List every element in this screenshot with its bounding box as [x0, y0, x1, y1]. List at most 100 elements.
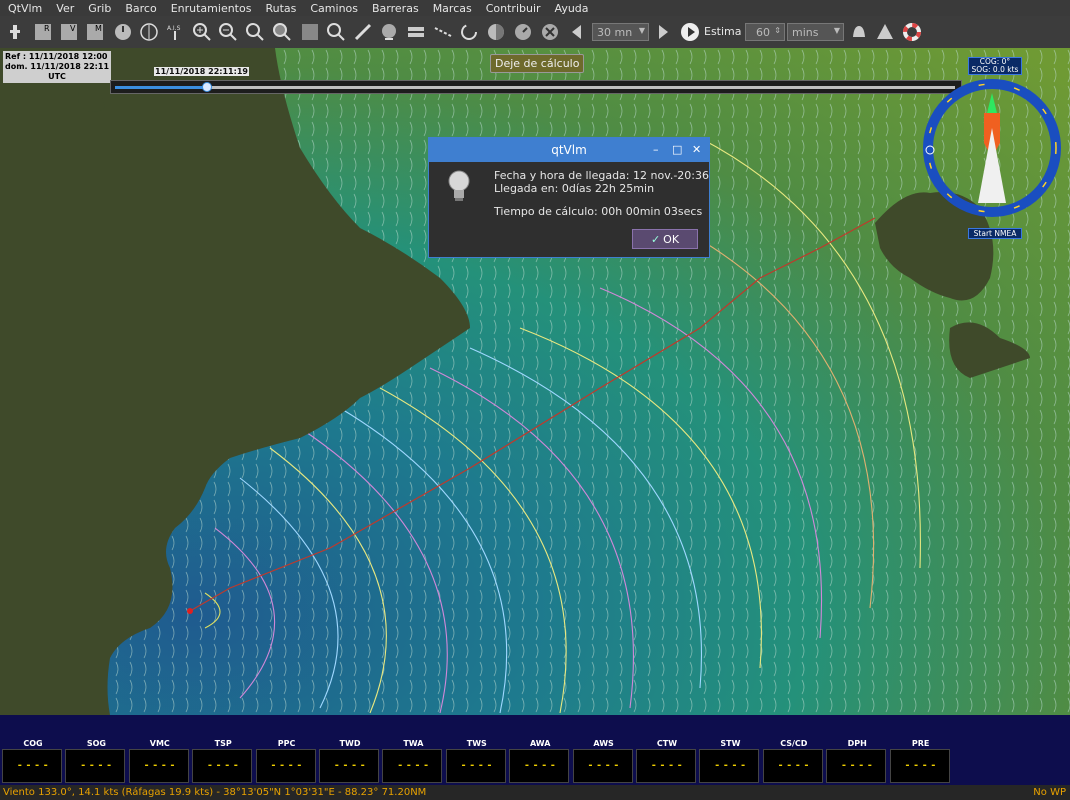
- zoom-out-icon[interactable]: [217, 21, 239, 43]
- layer-r-icon[interactable]: R: [32, 21, 54, 43]
- spinner-icon[interactable]: ⇕: [774, 26, 781, 35]
- instrument-label: AWA: [529, 739, 551, 748]
- instrument-aws[interactable]: AWS - - - -: [572, 739, 633, 783]
- instrument-twd[interactable]: TWD - - - -: [319, 739, 379, 783]
- instrument-label: CTW: [656, 739, 678, 748]
- instrument-stw[interactable]: STW - - - -: [699, 739, 760, 783]
- layers-icon[interactable]: [405, 21, 427, 43]
- menu-item-ver[interactable]: Ver: [48, 2, 80, 15]
- prev-step-icon[interactable]: [566, 21, 588, 43]
- menu-item-marcas[interactable]: Marcas: [425, 2, 478, 15]
- compass-readout: COG: 0° SOG: 0.0 kts: [968, 57, 1022, 75]
- instrument-value: - - - -: [715, 760, 746, 771]
- check-icon: ✓: [650, 232, 661, 246]
- menu-item-contribuir[interactable]: Contribuir: [478, 2, 547, 15]
- estima-value-input[interactable]: 60 ⇕: [745, 23, 785, 41]
- lifebuoy-icon[interactable]: [901, 21, 923, 43]
- instrument-ctw[interactable]: CTW - - - -: [636, 739, 696, 783]
- clock-icon[interactable]: [112, 21, 134, 43]
- instrument-label: STW: [720, 739, 741, 748]
- maximize-icon[interactable]: □: [672, 138, 682, 162]
- dialog-title: qtVlm: [551, 143, 587, 157]
- reference-time-box: Ref : 11/11/2018 12:00 dom. 11/11/2018 2…: [3, 51, 111, 83]
- layer-m-icon[interactable]: M: [84, 21, 106, 43]
- instrument-sog[interactable]: SOG - - - -: [65, 739, 126, 783]
- instrument-label: COG: [23, 739, 43, 748]
- instrument-tsp[interactable]: TSP - - - -: [192, 739, 253, 783]
- menu-item-caminos[interactable]: Caminos: [302, 2, 364, 15]
- menu-item-rutas[interactable]: Rutas: [257, 2, 302, 15]
- start-nmea-button[interactable]: Start NMEA: [968, 228, 1022, 239]
- instrument-value: - - - -: [524, 760, 556, 771]
- instrument-label: PPC: [277, 739, 296, 748]
- menu-item-grib[interactable]: Grib: [80, 2, 117, 15]
- zoom-in-icon[interactable]: [191, 21, 213, 43]
- time-step-value: 30 mn: [597, 25, 633, 39]
- instrument-label: TWA: [403, 739, 424, 748]
- select-area-icon[interactable]: [299, 21, 321, 43]
- compass-widget: [923, 79, 1061, 217]
- menu-item-enrutamientos[interactable]: Enrutamientos: [163, 2, 258, 15]
- instrument-value: - - - -: [461, 760, 493, 771]
- time-slider[interactable]: [110, 80, 962, 94]
- ref-line-2: dom. 11/11/2018 22:11: [5, 62, 110, 71]
- instrument-value: - - - -: [905, 760, 936, 771]
- instrument-twa[interactable]: TWA - - - -: [382, 739, 443, 783]
- boat-position[interactable]: [187, 608, 193, 614]
- refresh-icon[interactable]: [458, 21, 480, 43]
- instrument-ppc[interactable]: PPC - - - -: [255, 739, 316, 783]
- svg-text:V: V: [70, 24, 76, 33]
- estima-unit-select[interactable]: mins ▼: [787, 23, 844, 41]
- instrument-awa[interactable]: AWA - - - -: [509, 739, 570, 783]
- instrument-dph[interactable]: DPH - - - -: [826, 739, 887, 783]
- ais-icon[interactable]: A.I.S: [164, 21, 186, 43]
- dialog-title-bar: qtVlm – □ ✕: [429, 138, 709, 162]
- minimize-icon[interactable]: –: [653, 138, 659, 162]
- arrival-datetime: Fecha y hora de llegada: 12 nov.-20:36: [494, 169, 710, 182]
- play-icon[interactable]: [679, 21, 701, 43]
- gauge-icon[interactable]: [512, 21, 534, 43]
- instrument-label: DPH: [847, 739, 867, 748]
- lightbulb-icon: [448, 170, 470, 201]
- next-step-icon[interactable]: [652, 21, 674, 43]
- pencil-icon[interactable]: [352, 21, 374, 43]
- menu-item-barreras[interactable]: Barreras: [364, 2, 425, 15]
- ok-button[interactable]: ✓ OK: [632, 229, 698, 249]
- menu-item-qtvlm[interactable]: QtVlm: [0, 2, 48, 15]
- slider-track: [115, 86, 955, 89]
- menu-item-ayuda[interactable]: Ayuda: [547, 2, 595, 15]
- instrument-cs-cd[interactable]: CS/CD - - - -: [762, 739, 823, 783]
- time-step-select[interactable]: 30 mn ▼: [592, 23, 649, 41]
- boat-icon[interactable]: [4, 21, 26, 43]
- instrument-cog[interactable]: COG - - - -: [2, 739, 62, 783]
- instrument-value: - - - -: [271, 760, 302, 771]
- close-icon[interactable]: ✕: [692, 138, 701, 162]
- warning-icon[interactable]: [874, 21, 896, 43]
- globe-icon[interactable]: [378, 21, 400, 43]
- instrument-value: - - - -: [334, 760, 366, 771]
- barrier-icon[interactable]: [432, 21, 454, 43]
- arrival-dialog: qtVlm – □ ✕ Fecha y hora de llegada: 12 …: [428, 137, 710, 258]
- instrument-tws[interactable]: TWS - - - -: [445, 739, 506, 783]
- grib-icon[interactable]: [539, 21, 561, 43]
- estima-value: 60: [756, 25, 770, 39]
- instrument-vmc[interactable]: VMC - - - -: [128, 739, 189, 783]
- instrument-value: - - - -: [841, 760, 873, 771]
- instrument-pre[interactable]: PRE - - - -: [889, 739, 950, 783]
- menu-item-barco[interactable]: Barco: [117, 2, 162, 15]
- layer-v-icon[interactable]: V: [58, 21, 80, 43]
- instrument-value: - - - -: [81, 760, 112, 771]
- stop-calculation-button[interactable]: Deje de cálculo: [490, 54, 585, 73]
- chevron-down-icon: ▼: [638, 26, 645, 35]
- svg-text:M: M: [95, 24, 102, 33]
- slider-handle[interactable]: [202, 82, 213, 92]
- zoom-fit-icon[interactable]: [244, 21, 266, 43]
- zoom-area-icon[interactable]: [271, 21, 293, 43]
- chevron-down-icon: ▼: [833, 26, 840, 35]
- compass-icon[interactable]: [138, 21, 160, 43]
- search-icon[interactable]: [325, 21, 347, 43]
- moon-icon[interactable]: [485, 21, 507, 43]
- bell-icon[interactable]: [848, 21, 870, 43]
- ok-label: OK: [663, 232, 680, 246]
- estima-label: Estima: [704, 25, 742, 38]
